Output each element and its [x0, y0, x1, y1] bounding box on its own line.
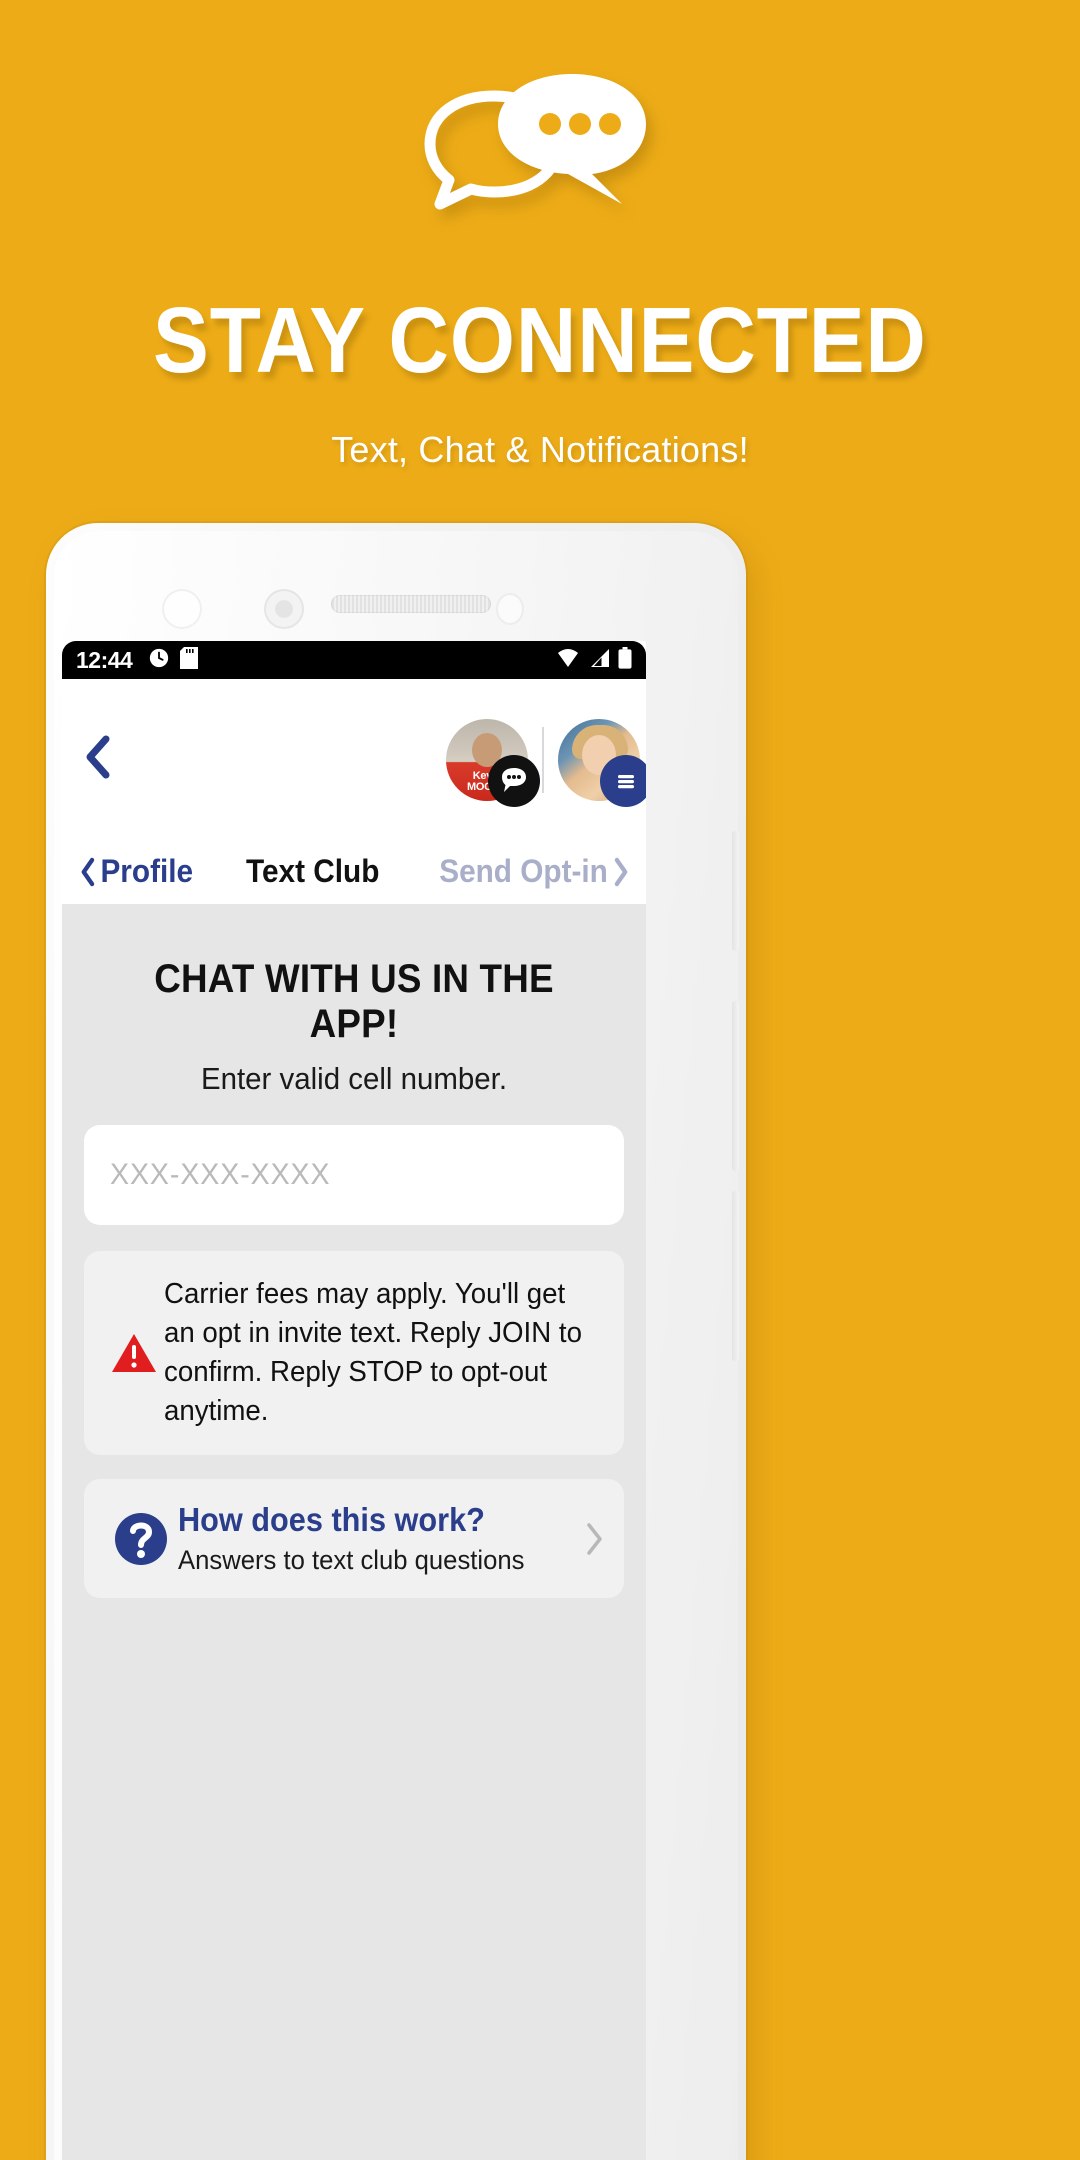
- chat-badge-icon[interactable]: [488, 755, 540, 807]
- how-card-title: How does this work?: [178, 1501, 485, 1539]
- screen-title: Text Club: [246, 853, 380, 889]
- phone-screen: 12:44 Kevin MOORE Profile Text Club Send…: [62, 641, 646, 2160]
- alarm-icon: [148, 647, 170, 674]
- chevron-right-icon: [614, 857, 628, 886]
- volume-up-button[interactable]: [732, 1001, 739, 1171]
- content-subheading: Enter valid cell number.: [200, 1061, 508, 1096]
- phone-number-input[interactable]: XXX-XXX-XXXX: [84, 1125, 624, 1225]
- chevron-right-icon[interactable]: [554, 1522, 604, 1556]
- avatar-group: [446, 719, 646, 807]
- page-title: STAY CONNECTED: [153, 288, 927, 392]
- sd-card-icon: [180, 646, 199, 674]
- chevron-left-icon: [81, 857, 95, 886]
- avatar[interactable]: [558, 719, 646, 807]
- content-heading: CHAT WITH US IN THE APP!: [154, 957, 554, 1046]
- wifi-icon: [556, 648, 580, 673]
- cell-signal-icon: [588, 648, 610, 673]
- how-does-this-work-card[interactable]: How does this work? Answers to text club…: [84, 1479, 624, 1599]
- status-bar: 12:44: [62, 641, 646, 679]
- phone-mockup: 12:44 Kevin MOORE Profile Text Club Send…: [46, 523, 746, 2160]
- how-card-subtitle: Answers to text club questions: [178, 1545, 525, 1576]
- sub-navigation-bar: Profile Text Club Send Opt-in: [62, 839, 646, 905]
- avatar-divider: [542, 727, 544, 793]
- avatar[interactable]: [446, 719, 540, 807]
- app-top-bar: [62, 679, 646, 839]
- phone-number-placeholder: XXX-XXX-XXXX: [110, 1158, 331, 1191]
- battery-icon: [618, 646, 632, 674]
- menu-badge-icon[interactable]: [600, 755, 646, 807]
- warning-triangle-icon: [104, 1332, 164, 1374]
- send-opt-in-label: Send Opt-in: [438, 853, 608, 889]
- status-bar-time: 12:44: [76, 646, 133, 673]
- phone-body: 12:44 Kevin MOORE Profile Text Club Send…: [54, 531, 739, 2160]
- profile-back-link[interactable]: Profile: [80, 853, 193, 890]
- front-camera-icon: [264, 589, 304, 629]
- back-button[interactable]: [84, 735, 112, 784]
- power-button[interactable]: [732, 831, 739, 951]
- volume-down-button[interactable]: [732, 1191, 739, 1361]
- carrier-warning-card: Carrier fees may apply. You'll get an op…: [84, 1251, 624, 1456]
- send-opt-in-link[interactable]: Send Opt-in: [439, 853, 628, 890]
- carrier-warning-text: Carrier fees may apply. You'll get an op…: [164, 1278, 582, 1428]
- profile-back-label: Profile: [100, 853, 194, 889]
- earpiece-speaker: [331, 595, 491, 613]
- led-indicator-icon: [496, 593, 524, 625]
- how-card-texts: How does this work? Answers to text club…: [178, 1501, 554, 1576]
- proximity-sensor-icon: [162, 589, 202, 629]
- page-subtitle: Text, Chat & Notifications!: [331, 429, 749, 470]
- phone-sensors: [54, 587, 746, 633]
- chat-bubble-icon: [390, 62, 690, 242]
- main-content: CHAT WITH US IN THE APP! Enter valid cel…: [62, 905, 646, 2160]
- question-mark-icon: [104, 1511, 178, 1567]
